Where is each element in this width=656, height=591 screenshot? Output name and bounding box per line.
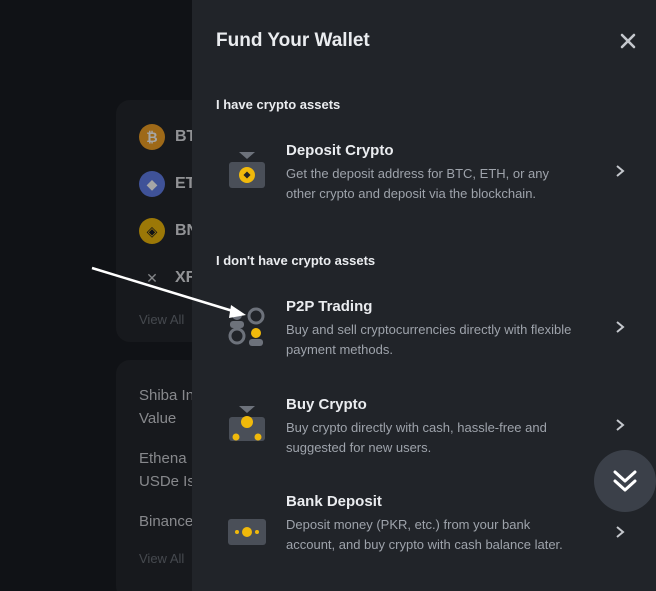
option-title: Deposit Crypto <box>286 142 394 159</box>
buy-crypto-icon <box>229 406 265 441</box>
double-chevron-down-icon <box>613 470 637 492</box>
option-description: Deposit money (PKR, etc.) from your bank… <box>286 517 563 552</box>
bank-deposit-option[interactable]: Bank Deposit Deposit money (PKR, etc.) f… <box>216 493 636 577</box>
p2p-trading-icon <box>228 307 265 346</box>
buy-crypto-option[interactable]: Buy Crypto Buy crypto directly with cash… <box>216 396 636 460</box>
modal-overlay[interactable] <box>0 0 192 591</box>
close-button[interactable] <box>617 30 639 52</box>
panel-title: Fund Your Wallet <box>216 30 370 51</box>
close-icon <box>620 33 636 49</box>
option-description: Get the deposit address for BTC, ETH, or… <box>286 166 550 201</box>
chevron-right-icon <box>616 321 625 333</box>
option-description: Buy crypto directly with cash, hassle-fr… <box>286 420 547 455</box>
fund-wallet-panel: Fund Your Wallet I have crypto assets De… <box>192 0 656 591</box>
chevron-right-icon <box>616 419 625 431</box>
chevron-right-icon <box>616 165 625 177</box>
option-title: Buy Crypto <box>286 396 367 413</box>
bank-deposit-icon <box>228 519 266 545</box>
option-title: P2P Trading <box>286 298 373 315</box>
chevron-right-icon <box>616 526 625 538</box>
option-title: Bank Deposit <box>286 493 382 510</box>
scroll-down-button[interactable] <box>594 450 656 512</box>
p2p-trading-option[interactable]: P2P Trading Buy and sell cryptocurrencie… <box>216 298 636 362</box>
section-label-no-crypto: I don't have crypto assets <box>216 253 376 268</box>
option-description: Buy and sell cryptocurrencies directly w… <box>286 322 572 357</box>
deposit-crypto-option[interactable]: Deposit Crypto Get the deposit address f… <box>216 142 636 212</box>
section-label-have-crypto: I have crypto assets <box>216 97 341 112</box>
deposit-crypto-icon <box>229 152 265 188</box>
